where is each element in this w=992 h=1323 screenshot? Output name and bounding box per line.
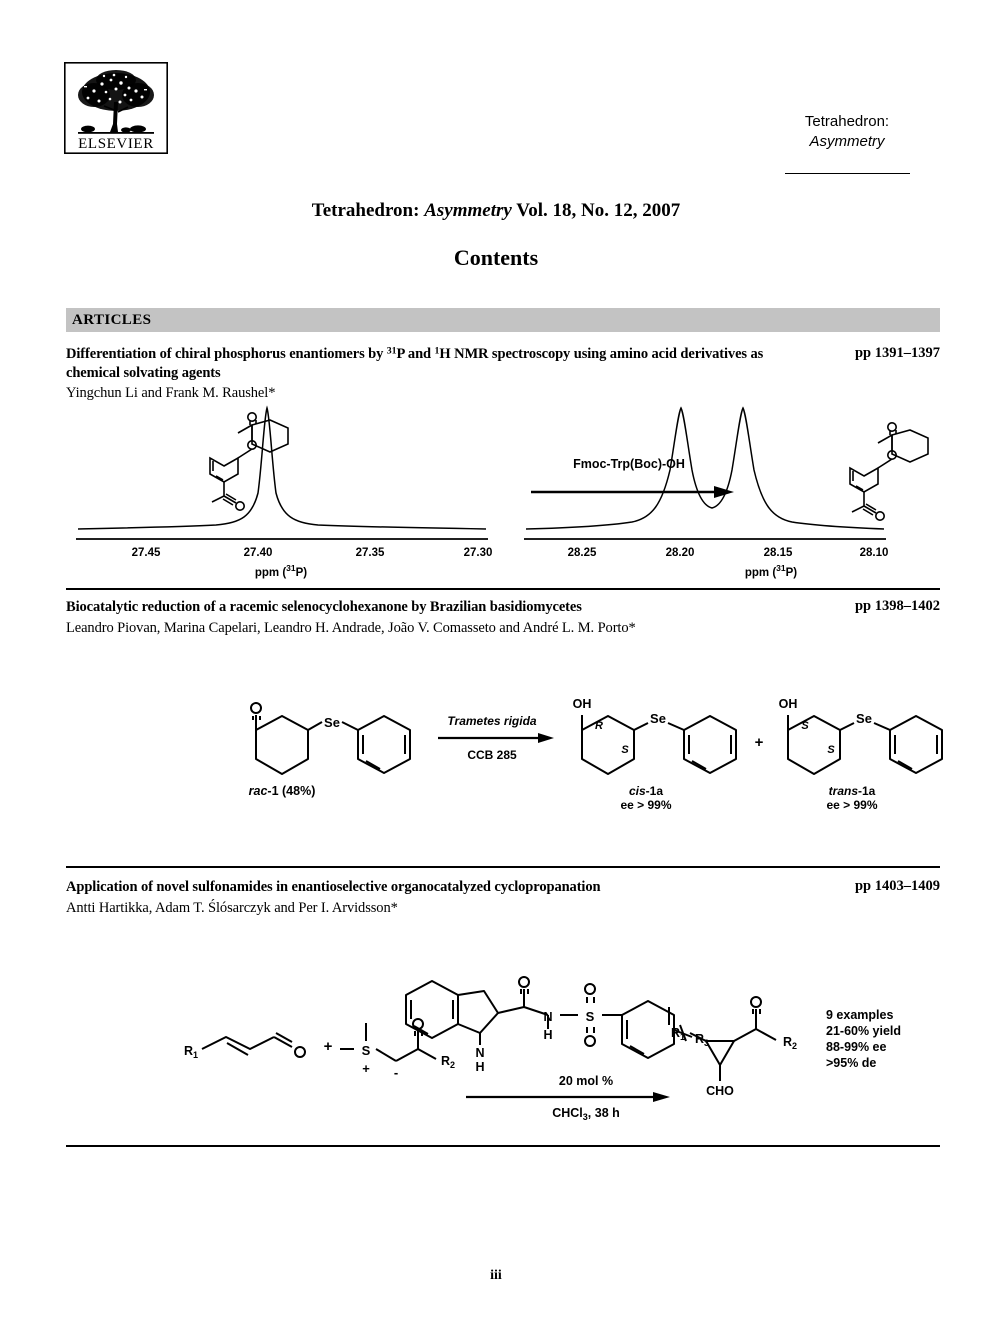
journal-name-line2: Asymmetry <box>809 133 885 151</box>
enal-reactant <box>201 1032 306 1058</box>
title-seg: Differentiation of chiral phosphorus ena… <box>66 346 387 362</box>
result-line-0: 9 examples <box>826 1008 893 1022</box>
entry-divider-2 <box>66 866 940 868</box>
reagent-label-1: Fmoc-Trp(Boc)-OH <box>573 457 685 471</box>
nmr-spectrum-right: 28.25 28.20 28.15 28.10 ppm (31P) <box>524 406 889 579</box>
right-tick-3: 28.10 <box>860 547 889 559</box>
article-title-3: Application of novel sulfonamides in ena… <box>66 879 601 895</box>
catalyst-indoline-h: H <box>475 1060 484 1074</box>
product-trans-name: trans-1a <box>829 784 876 798</box>
article-title-2: Biocatalytic reduction of a racemic sele… <box>66 599 582 615</box>
phosphonate-structure-right <box>849 421 929 522</box>
right-tick-1: 28.20 <box>666 547 695 559</box>
journal-masthead: Tetrahedron: Asymmetry <box>752 112 942 174</box>
svg-text:ELSEVIER: ELSEVIER <box>78 136 154 152</box>
substrate-selenium-label: Se <box>324 715 340 730</box>
issue-prefix: Tetrahedron: <box>311 200 425 221</box>
result-line-2: 88-99% ee <box>826 1040 887 1054</box>
article-authors-3: Antti Hartikka, Adam T. Ślósarczyk and P… <box>66 899 398 916</box>
graphical-abstract-1: 27.45 27.40 27.35 27.30 ppm (31P) Fmoc-T… <box>66 398 940 579</box>
left-tick-1: 27.40 <box>244 547 273 559</box>
right-tick-0: 28.25 <box>568 547 597 559</box>
product-cis-name: cis-1a <box>629 784 663 798</box>
masthead-rule <box>784 172 910 174</box>
substrate-label: rac-1 (48%) <box>249 784 316 798</box>
article-entry-1[interactable]: Differentiation of chiral phosphorus ena… <box>66 345 940 403</box>
left-tick-0: 27.45 <box>132 547 161 559</box>
catalyst-indoline-nh: N <box>475 1046 484 1060</box>
article-entry-2[interactable]: Biocatalytic reduction of a racemic sele… <box>66 598 940 637</box>
catalyst-loading: 20 mol % <box>559 1074 613 1088</box>
product-cis-ee: ee > 99% <box>620 798 671 812</box>
section-label: ARTICLES <box>72 312 152 328</box>
sulfonium-ylide <box>340 1018 437 1062</box>
page-number: iii <box>490 1268 502 1283</box>
graphical-abstract-2: Se rac-1 (48%) Trametes rigida CCB 285 O <box>66 675 943 825</box>
left-tick-3: 27.30 <box>464 547 493 559</box>
elsevier-tree-icon: ELSEVIER <box>64 62 168 154</box>
entry-divider-3 <box>66 1145 940 1147</box>
ylide-sulfur: S <box>362 1043 371 1058</box>
result-line-1: 21-60% yield <box>826 1024 901 1038</box>
product-cis-stereo-bottom: S <box>621 744 629 756</box>
catalyst-amide-n: N <box>543 1010 552 1024</box>
product-trans-oh: OH <box>779 697 798 711</box>
page-title: Contents <box>453 245 539 270</box>
entry-divider-1 <box>66 588 940 590</box>
graphical-abstract-3: N H N H S R3 R1 + S + - R2 20 mol % CHCl… <box>66 945 940 1122</box>
journal-name-line1: Tetrahedron: <box>804 113 890 130</box>
article-title-1: Differentiation of chiral phosphorus ena… <box>66 345 806 382</box>
product-r1-label: R1 <box>671 1026 685 1042</box>
section-header-articles: ARTICLES <box>66 308 940 332</box>
catalyst-sulfonyl-s: S <box>586 1009 595 1024</box>
article-authors-2: Leandro Piovan, Marina Capelari, Leandro… <box>66 619 636 636</box>
title-superscript: 31 <box>386 345 397 357</box>
cyclopropane-product <box>689 996 777 1081</box>
product-trans-stereo-bottom: S <box>827 744 835 756</box>
solvent-conditions: CHCl3, 38 h <box>552 1106 620 1122</box>
catalyst-amide-h: H <box>543 1028 552 1042</box>
right-tick-2: 28.15 <box>764 547 793 559</box>
article-pages-1[interactable]: pp 1391–1397 <box>855 345 940 362</box>
ylide-negative-charge: - <box>394 1065 398 1080</box>
article-pages-2[interactable]: pp 1398–1402 <box>855 598 940 615</box>
product-trans-ee: ee > 99% <box>826 798 877 812</box>
enal-r1-label: R1 <box>184 1044 198 1060</box>
reaction-arrow-2: Trametes rigida CCB 285 <box>438 714 554 762</box>
issue-line: Tetrahedron: Asymmetry Vol. 18, No. 12, … <box>0 200 992 222</box>
results-summary: 9 examples 21-60% yield 88-99% ee >95% d… <box>826 1008 901 1070</box>
elsevier-logo: ELSEVIER <box>64 62 168 154</box>
issue-suffix: Vol. 18, No. 12, 2007 <box>511 200 681 221</box>
left-axis-label: ppm (31P) <box>255 563 307 579</box>
product-cis-oh: OH <box>573 697 592 711</box>
result-line-3: >95% de <box>826 1056 876 1070</box>
reaction-arrow-3: 20 mol % CHCl3, 38 h <box>466 1074 670 1122</box>
article-pages-3[interactable]: pp 1403–1409 <box>855 878 940 895</box>
plus-sign-2: + <box>755 734 764 751</box>
product-cis-stereo-top: R <box>595 720 603 732</box>
product-trans-selenium: Se <box>856 711 872 726</box>
title-seg: P and <box>396 346 435 362</box>
article-entry-3[interactable]: Application of novel sulfonamides in ena… <box>66 878 940 917</box>
ylide-r2-label: R2 <box>441 1054 455 1070</box>
strain-label: CCB 285 <box>467 748 517 762</box>
ylide-positive-charge: + <box>362 1061 370 1076</box>
product-cho-label: CHO <box>706 1084 734 1098</box>
biocatalyst-label: Trametes rigida <box>447 714 536 728</box>
nmr-spectrum-left: 27.45 27.40 27.35 27.30 ppm (31P) <box>76 405 493 579</box>
issue-journal-italic: Asymmetry <box>424 200 512 221</box>
product-r2-label: R2 <box>783 1035 797 1051</box>
right-axis-label: ppm (31P) <box>745 563 797 579</box>
product-trans-stereo-top: S <box>801 720 809 732</box>
left-tick-2: 27.35 <box>356 547 385 559</box>
journal-contents-page: ELSEVIER Tetrahedron: Asymmetry Tetrahed… <box>0 0 992 1323</box>
reaction-arrow-1: Fmoc-Trp(Boc)-OH <box>531 457 734 498</box>
product-cis-selenium: Se <box>650 711 666 726</box>
plus-sign-3: + <box>324 1038 333 1055</box>
